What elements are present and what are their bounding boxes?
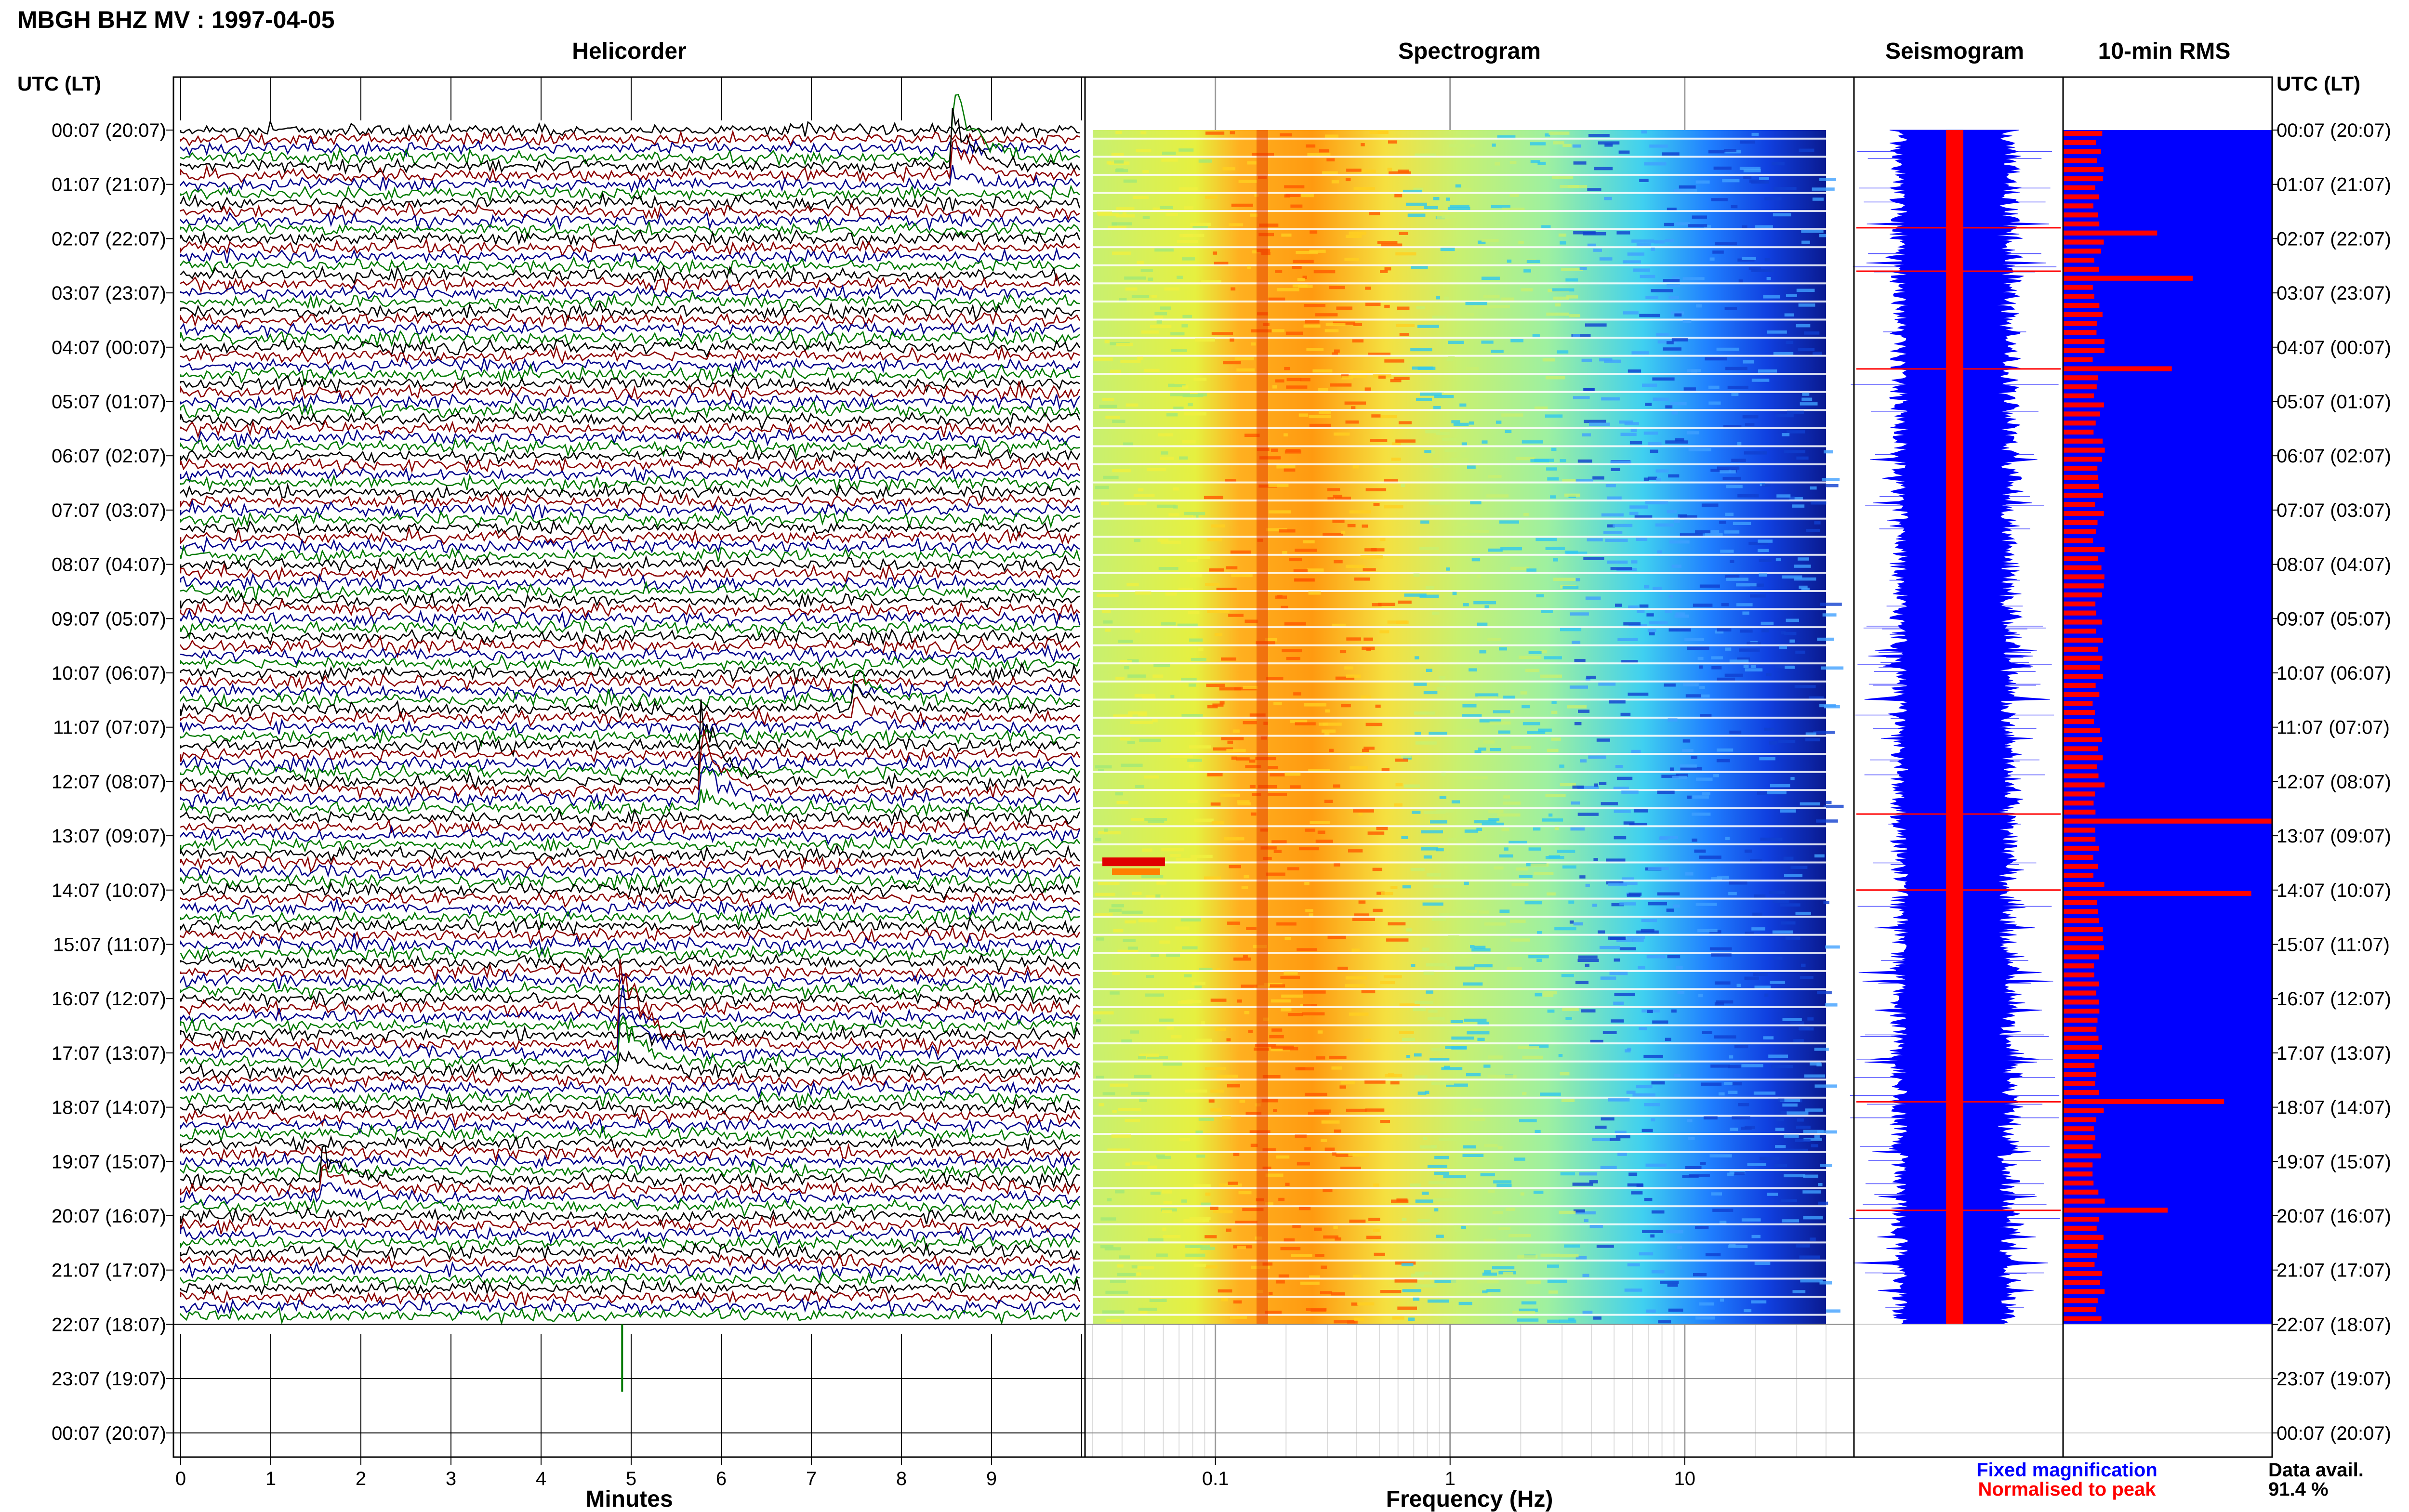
time-label-left: 22:07 (18:07): [52, 1314, 166, 1335]
frequency-tick-label: 10: [1674, 1468, 1696, 1489]
time-label-left: 11:07 (07:07): [53, 717, 166, 738]
spectrogram-title: Spectrogram: [1398, 39, 1541, 64]
time-label-right: 10:07 (06:07): [2277, 663, 2391, 684]
time-label-right: 05:07 (01:07): [2277, 392, 2391, 413]
time-label-right: 20:07 (16:07): [2277, 1206, 2391, 1227]
helicorder-panel: [173, 77, 1085, 1457]
time-label-right: 15:07 (11:07): [2277, 934, 2390, 956]
minutes-tick-label: 3: [446, 1468, 456, 1489]
frequency-axis-label: Frequency (Hz): [1386, 1486, 1553, 1512]
figure-title: MBGH BHZ MV : 1997-04-05: [17, 6, 335, 33]
time-label-left: 04:07 (00:07): [52, 337, 166, 358]
x-axis-ticks: 0 1 2 3 4 5 6 7 8 9 0.1 1 10: [175, 1457, 1695, 1489]
time-label-right: 04:07 (00:07): [2277, 337, 2391, 358]
time-label-left: 18:07 (14:07): [52, 1097, 166, 1118]
time-label-right: 13:07 (09:07): [2277, 826, 2391, 847]
time-label-right: 16:07 (12:07): [2277, 988, 2391, 1010]
helicorder-title: Helicorder: [572, 39, 686, 64]
time-label-right: 03:07 (23:07): [2277, 283, 2391, 304]
time-label-right: 22:07 (18:07): [2277, 1314, 2391, 1335]
time-label-left: 06:07 (02:07): [52, 446, 166, 467]
time-label-left: 15:07 (11:07): [53, 934, 166, 956]
time-label-right: 18:07 (14:07): [2277, 1097, 2391, 1118]
seismogram-panel: [1849, 130, 2063, 1433]
time-label-left: 00:07 (20:07): [52, 120, 166, 141]
minutes-tick-label: 8: [896, 1468, 907, 1489]
time-label-left: 21:07 (17:07): [52, 1260, 166, 1281]
time-label-left: 02:07 (22:07): [52, 228, 166, 250]
time-label-left: 20:07 (16:07): [52, 1206, 166, 1227]
time-label-right: 08:07 (04:07): [2277, 554, 2391, 576]
legend-fixed-magnification: Fixed magnification: [1976, 1459, 2158, 1481]
minutes-tick-label: 1: [265, 1468, 276, 1489]
minutes-tick-label: 0: [175, 1468, 186, 1489]
rms-title: 10-min RMS: [2098, 39, 2231, 64]
minutes-tick-label: 4: [536, 1468, 546, 1489]
time-label-left: 08:07 (04:07): [52, 554, 166, 576]
time-label-left: 01:07 (21:07): [52, 174, 166, 196]
legend-normalised-to-peak: Normalised to peak: [1978, 1479, 2156, 1500]
right-axis-header: UTC (LT): [2277, 72, 2360, 95]
time-label-left: 19:07 (15:07): [52, 1151, 166, 1172]
time-label-left: 13:07 (09:07): [52, 826, 166, 847]
time-label-right: 06:07 (02:07): [2277, 446, 2391, 467]
rms-panel: [2063, 130, 2272, 1433]
minutes-tick-label: 7: [806, 1468, 817, 1489]
time-label-right: 19:07 (15:07): [2277, 1151, 2391, 1172]
time-label-right: 02:07 (22:07): [2277, 228, 2391, 250]
time-labels-right: 00:07 (20:07) 01:07 (21:07) 02:07 (22:07) 0…: [2272, 120, 2391, 1444]
time-label-left: 17:07 (13:07): [52, 1043, 166, 1064]
time-label-right: 01:07 (21:07): [2277, 174, 2391, 196]
data-avail-label: Data avail.: [2268, 1459, 2364, 1481]
seismic-figure: MBGH BHZ MV : 1997-04-05 Helicorder Spec…: [17, 6, 2391, 1512]
time-label-left: 09:07 (05:07): [52, 608, 166, 630]
minutes-tick-label: 9: [986, 1468, 997, 1489]
time-label-right: 07:07 (03:07): [2277, 500, 2391, 521]
left-axis-header: UTC (LT): [17, 72, 101, 95]
time-label-left: 16:07 (12:07): [52, 988, 166, 1010]
minutes-tick-label: 6: [716, 1468, 727, 1489]
time-label-left: 10:07 (06:07): [52, 663, 166, 684]
seismogram-title: Seismogram: [1885, 39, 2024, 64]
spectrogram-panel: [1085, 77, 1854, 1457]
time-label-right: 00:07 (20:07): [2277, 120, 2391, 141]
time-label-right: 00:07 (20:07): [2277, 1423, 2391, 1444]
data-avail-value: 91.4 %: [2268, 1479, 2329, 1500]
time-label-right: 21:07 (17:07): [2277, 1260, 2391, 1281]
time-label-right: 12:07 (08:07): [2277, 771, 2391, 792]
time-label-left: 00:07 (20:07): [52, 1423, 166, 1444]
time-label-right: 11:07 (07:07): [2277, 717, 2390, 738]
time-label-left: 23:07 (19:07): [52, 1368, 166, 1390]
frequency-tick-label: 0.1: [1202, 1468, 1229, 1489]
minutes-axis-label: Minutes: [585, 1486, 673, 1512]
time-label-right: 23:07 (19:07): [2277, 1368, 2391, 1390]
time-label-right: 17:07 (13:07): [2277, 1043, 2391, 1064]
time-label-left: 03:07 (23:07): [52, 283, 166, 304]
minutes-tick-label: 2: [356, 1468, 366, 1489]
time-label-left: 05:07 (01:07): [52, 392, 166, 413]
time-label-right: 14:07 (10:07): [2277, 880, 2391, 901]
time-label-left: 07:07 (03:07): [52, 500, 166, 521]
time-label-right: 09:07 (05:07): [2277, 608, 2391, 630]
time-labels-left: 00:07 (20:07) 01:07 (21:07) 02:07 (22:07) 0…: [52, 120, 173, 1444]
time-label-left: 14:07 (10:07): [52, 880, 166, 901]
time-label-left: 12:07 (08:07): [52, 771, 166, 792]
